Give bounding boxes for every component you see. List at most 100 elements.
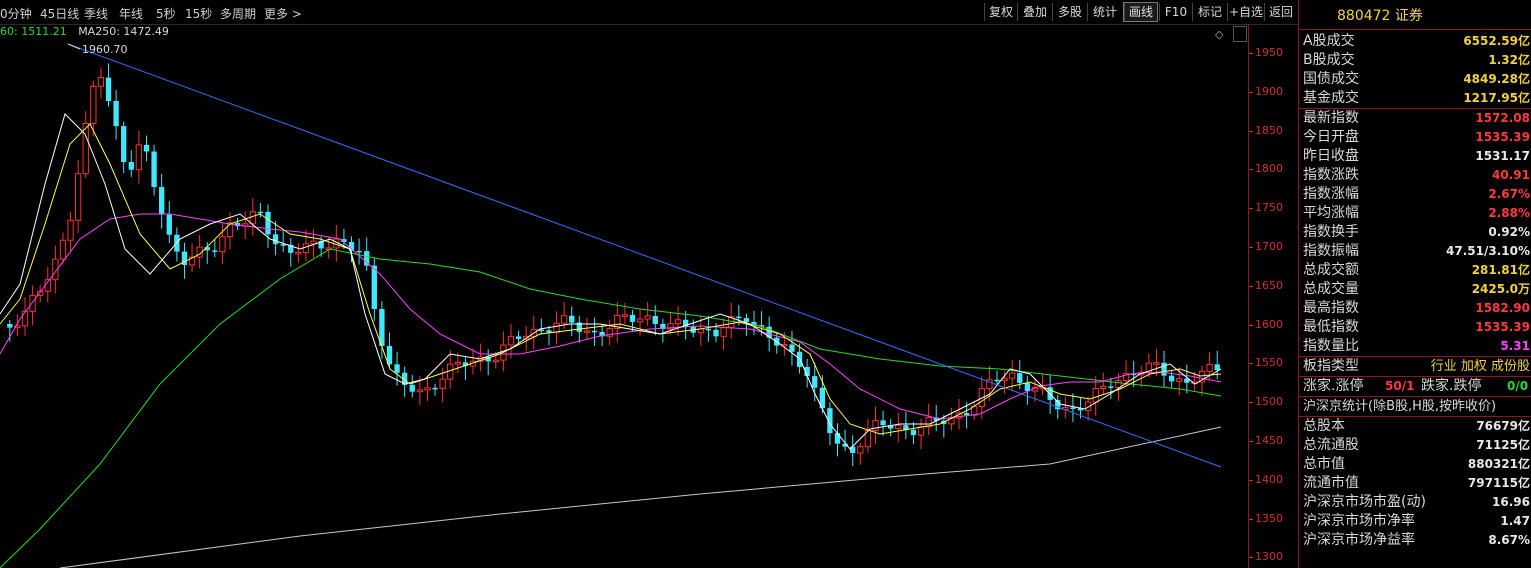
info-row-label: 最新指数 (1303, 110, 1359, 126)
info-row-value: 2.67% (1488, 187, 1530, 201)
candle-body (872, 419, 879, 431)
candle-body (736, 316, 742, 319)
info-row-label: 最高指数 (1303, 300, 1359, 316)
draw-line-button[interactable]: 画线 (1123, 2, 1158, 22)
candle-body (743, 318, 750, 323)
candle-body (159, 187, 165, 215)
info-row: 沪深京市场净益率 8.67% (1299, 531, 1531, 550)
info-row-value: 1217.95亿 (1463, 91, 1530, 105)
info-row: 指数振幅 47.51/3.10% (1299, 242, 1531, 261)
info-row-label: 总股本 (1303, 418, 1345, 434)
candle-body (97, 77, 105, 87)
back-button[interactable]: 返回 (1264, 3, 1297, 21)
candle-body (546, 330, 552, 333)
info-row-label: 板指类型 (1303, 358, 1359, 374)
candle-body (553, 322, 560, 333)
candle-body (394, 364, 400, 373)
limit-cell: 跌家.跌停 (1421, 378, 1482, 394)
limit-row: 涨家.涨停 50/1 跌家.跌停 0/0 (1299, 377, 1531, 396)
candle-body (416, 389, 424, 393)
stats-header: 沪深京统计(除B股,H股,按昨收价) (1299, 397, 1531, 416)
candle-body (1214, 364, 1220, 371)
axis-tick-label: 1300 (1255, 550, 1283, 564)
statistics-button[interactable]: 统计 (1087, 3, 1122, 21)
add-watchlist-button[interactable]: +自选 (1227, 3, 1264, 21)
info-row-value: 1.47 (1500, 514, 1530, 528)
ma250-line (59, 426, 1222, 568)
info-row-label: 指数涨幅 (1303, 186, 1359, 202)
info-row-label: A股成交 (1303, 33, 1355, 49)
axis-tick-mark (1249, 130, 1253, 132)
candle-body (644, 315, 651, 320)
period-year[interactable]: 年线 (119, 5, 143, 22)
axis-tick-mark (1249, 169, 1253, 171)
info-row-label: 指数涨跌 (1303, 167, 1359, 183)
candle-body (454, 361, 461, 365)
candle-body (895, 424, 902, 430)
axis-tick-label: 1550 (1255, 356, 1283, 370)
info-row-label: 平均涨幅 (1303, 205, 1359, 221)
candle-body (226, 222, 234, 238)
info-row: 指数涨幅 2.67% (1299, 185, 1531, 204)
restore-rights-button[interactable]: 复权 (984, 3, 1017, 21)
period-quarter[interactable]: 季线 (84, 5, 108, 22)
candle-body (151, 151, 157, 188)
candle-body (105, 77, 112, 102)
axis-tick-mark (1249, 247, 1253, 248)
candle-body (67, 219, 74, 241)
info-row-value: 880321亿 (1467, 457, 1530, 471)
overlay-button[interactable]: 叠加 (1017, 3, 1052, 21)
high-label: 1960.70 (82, 43, 128, 56)
info-row: 沪深京市场市净率 1.47 (1299, 512, 1531, 531)
candle-body (82, 123, 89, 175)
period-minutes[interactable]: 0分钟 (0, 5, 32, 22)
axis-tick-label: 1850 (1255, 123, 1283, 137)
candle-body (59, 239, 67, 260)
info-row-label: 昨日收盘 (1303, 148, 1359, 164)
price-axis: 1950 1900 1850 1800 1750 1700 1650 1600 1550 1500… (1248, 24, 1299, 568)
candle-body (917, 426, 925, 436)
candles-group (7, 63, 1220, 467)
candle-body (128, 162, 134, 170)
info-row: A股成交 6552.59亿 (1299, 32, 1531, 51)
period-15s[interactable]: 15秒 (185, 5, 212, 22)
candle-body (265, 211, 271, 235)
candle-body (796, 351, 803, 367)
info-row-value: 4849.28亿 (1463, 72, 1530, 86)
candle-body (7, 324, 13, 328)
info-row-value: 行业 加权 成份股 (1430, 359, 1530, 374)
candle-body (812, 376, 818, 388)
f10-button[interactable]: F10 (1159, 3, 1192, 21)
candle-body (1070, 407, 1076, 409)
candle-body (424, 387, 431, 391)
chart-toolbar: 0分钟 45日线 季线 年线 5秒 15秒 多周期 更多 > 复权 叠加 多股 … (0, 0, 1298, 25)
candle-body (569, 315, 575, 323)
info-row-value: 0.92% (1488, 225, 1530, 239)
axis-tick-label: 1800 (1255, 162, 1283, 176)
axis-tick-label: 1650 (1255, 278, 1283, 292)
info-row-label: 指数换手 (1303, 224, 1359, 240)
candle-body (212, 250, 218, 252)
axis-tick-mark (1249, 91, 1253, 93)
period-multi[interactable]: 多周期 (220, 5, 256, 22)
candle-body (356, 250, 362, 253)
multi-stock-button[interactable]: 多股 (1052, 3, 1087, 21)
axis-tick-mark (1249, 285, 1253, 287)
info-row: 总流通股 71125亿 (1299, 436, 1531, 455)
mark-button[interactable]: 标记 (1192, 3, 1227, 21)
candle-body (295, 251, 302, 255)
candle-body (113, 101, 119, 127)
info-row: 沪深京市场市盈(动) 16.96 (1299, 493, 1531, 512)
scroll-thumb[interactable] (1233, 26, 1247, 42)
period-45day[interactable]: 45日线 (40, 5, 79, 22)
more-periods[interactable]: 更多 > (264, 5, 302, 22)
info-row: 最低指数 1535.39 (1299, 318, 1531, 337)
candle-body (1108, 386, 1114, 388)
ma5-line (0, 113, 1222, 450)
info-row: 最新指数 1572.08 (1299, 109, 1531, 128)
candle-body (720, 327, 727, 337)
candlestick-chart[interactable]: 1960.70 ◇ (0, 24, 1225, 568)
period-5s[interactable]: 5秒 (156, 5, 176, 22)
candle-body (1115, 380, 1122, 389)
candle-body (636, 318, 644, 323)
